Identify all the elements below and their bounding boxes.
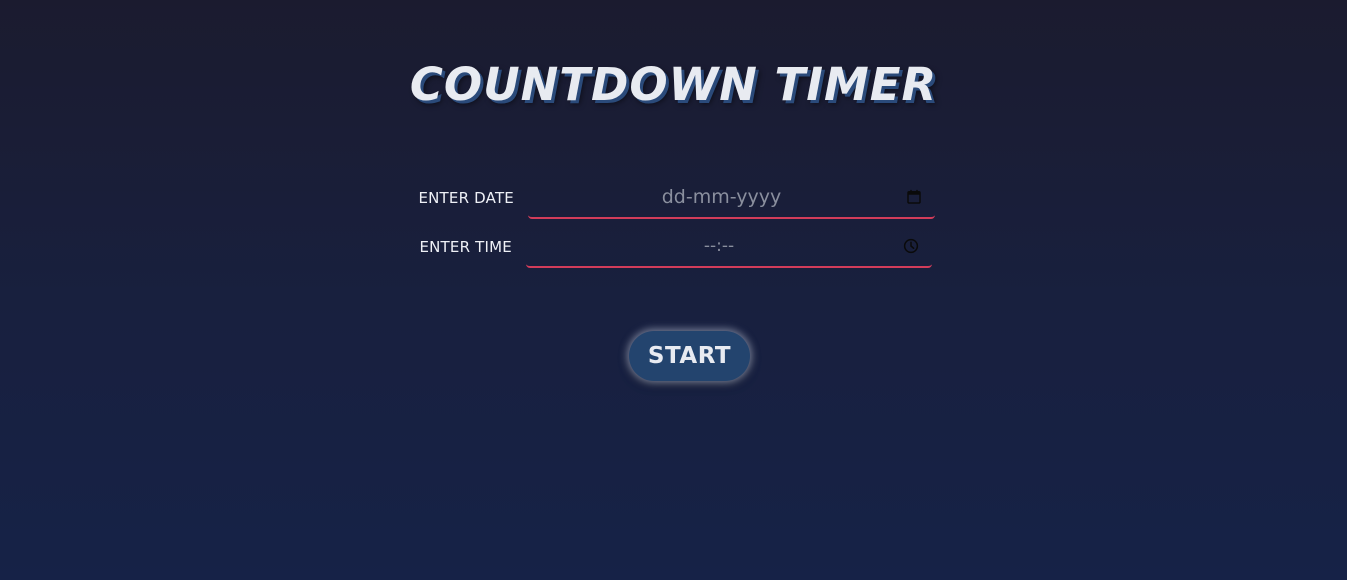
date-row: ENTER DATE dd-mm-yyyy [410, 177, 935, 219]
time-row: ENTER TIME --:-- [410, 226, 932, 268]
date-input[interactable]: dd-mm-yyyy [528, 177, 935, 219]
date-placeholder: dd-mm-yyyy [661, 186, 782, 208]
page-title: COUNTDOWN TIMER [409, 58, 938, 111]
time-label: ENTER TIME [419, 238, 512, 256]
start-button[interactable]: START [629, 331, 750, 381]
clock-icon[interactable] [902, 237, 920, 255]
calendar-icon[interactable] [905, 188, 923, 206]
date-label: ENTER DATE [418, 189, 514, 207]
time-input[interactable]: --:-- [526, 226, 932, 268]
time-placeholder: --:-- [703, 236, 735, 256]
